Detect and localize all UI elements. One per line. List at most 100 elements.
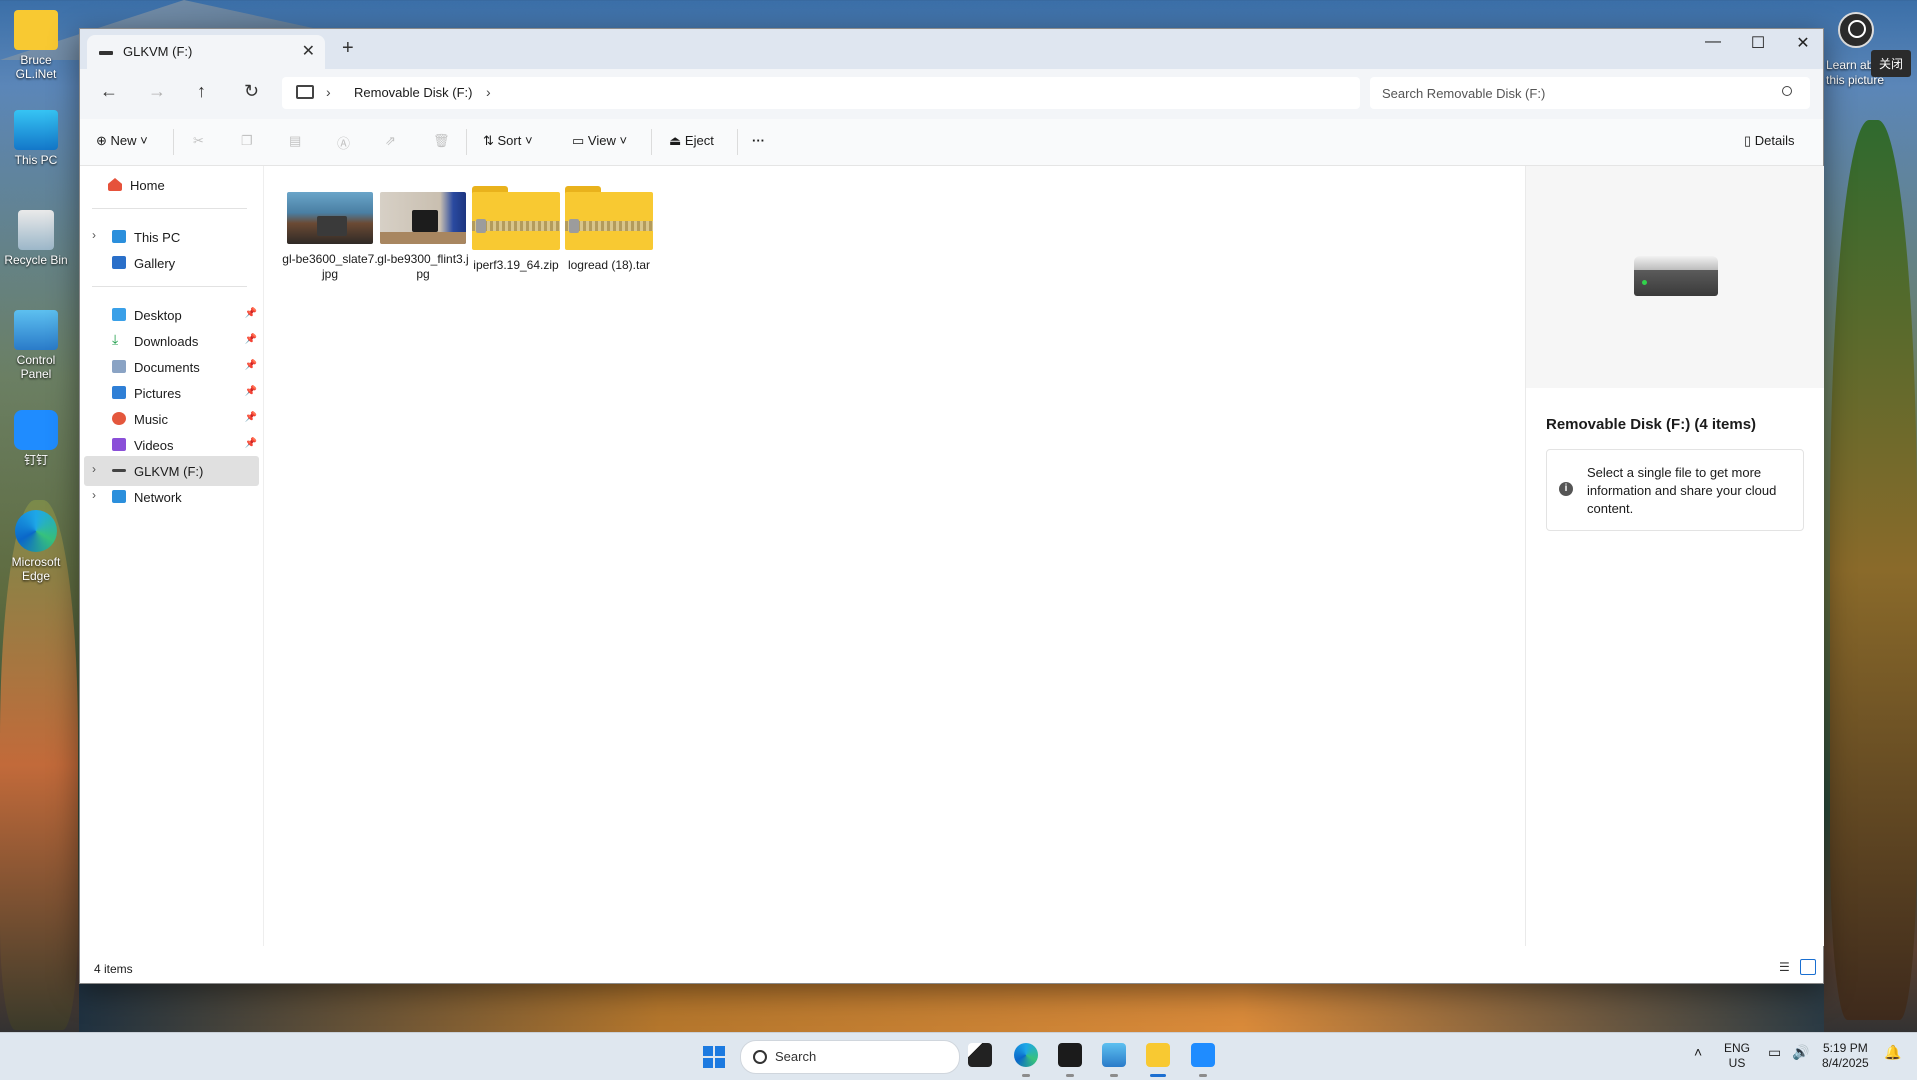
- search-input[interactable]: Search Removable Disk (F:): [1370, 77, 1810, 109]
- share-icon[interactable]: ⇗: [385, 133, 396, 149]
- file-list: gl-be3600_slate7.jpg gl-be9300_flint3.jp…: [264, 166, 1604, 946]
- tab-glkvm[interactable]: GLKVM (F:) ✕: [87, 35, 325, 69]
- file-explorer-icon[interactable]: [1146, 1043, 1170, 1067]
- paste-icon[interactable]: ▤: [289, 133, 301, 149]
- chevron-right-icon[interactable]: ›: [486, 84, 491, 100]
- sidebar-item-label: Desktop: [134, 308, 182, 323]
- language-indicator[interactable]: ENG US: [1724, 1041, 1750, 1071]
- task-view-icon[interactable]: [968, 1043, 992, 1067]
- drive-icon: [112, 469, 126, 472]
- breadcrumb-location[interactable]: Removable Disk (F:): [354, 85, 472, 100]
- tiles-view-icon[interactable]: [1800, 959, 1816, 975]
- notification-icon[interactable]: 🔔: [1884, 1045, 1901, 1060]
- pin-icon[interactable]: 📌: [245, 334, 257, 345]
- sort-button[interactable]: ⇅ Sort ˅: [483, 133, 533, 149]
- file-item[interactable]: gl-be9300_flint3.jpg: [375, 186, 471, 282]
- desktop-icon: [112, 308, 126, 321]
- active-indicator: [1150, 1074, 1166, 1077]
- refresh-icon[interactable]: ↻: [244, 81, 259, 102]
- edge-icon[interactable]: [1014, 1043, 1038, 1067]
- maximize-button[interactable]: ☐: [1736, 33, 1780, 53]
- desktop-icon-bruce-glinet[interactable]: Bruce GL.iNet: [0, 10, 72, 81]
- file-item[interactable]: iperf3.19_64.zip: [468, 186, 564, 273]
- sidebar-item-label: Documents: [134, 360, 200, 375]
- close-tab-icon[interactable]: ✕: [302, 41, 315, 61]
- chevron-right-icon[interactable]: ›: [92, 228, 96, 242]
- clock[interactable]: 5:19 PM 8/4/2025: [1822, 1041, 1869, 1071]
- pin-icon[interactable]: 📌: [245, 308, 257, 319]
- volume-icon[interactable]: 🔊: [1792, 1045, 1809, 1060]
- delete-icon[interactable]: 🗑: [433, 133, 450, 149]
- desktop-icon-dingtalk[interactable]: 钉钉: [0, 410, 72, 467]
- documents-icon: [112, 360, 126, 373]
- back-arrow-icon[interactable]: ←: [100, 81, 118, 102]
- dingtalk-icon[interactable]: [1191, 1043, 1215, 1067]
- more-options-button[interactable]: ···: [752, 133, 765, 148]
- sidebar-item-label: GLKVM (F:): [134, 464, 204, 479]
- up-arrow-icon[interactable]: ↑: [197, 81, 206, 102]
- chevron-right-icon[interactable]: ›: [92, 488, 96, 502]
- control-panel-icon: [14, 310, 58, 350]
- chevron-right-icon[interactable]: ›: [326, 84, 331, 100]
- file-item[interactable]: gl-be3600_slate7.jpg: [282, 186, 378, 282]
- download-icon: ⤓: [112, 331, 119, 347]
- show-hidden-icons-icon[interactable]: ˄: [1694, 1045, 1702, 1060]
- terminal-icon[interactable]: [1058, 1043, 1082, 1067]
- desktop-icon-edge[interactable]: Microsoft Edge: [0, 510, 72, 583]
- chevron-right-icon[interactable]: ›: [92, 462, 96, 476]
- file-name: gl-be9300_flint3.jpg: [377, 252, 469, 281]
- divider: [651, 129, 652, 155]
- control-panel-icon[interactable]: [1102, 1043, 1126, 1067]
- desktop-icon-recycle-bin[interactable]: Recycle Bin: [0, 210, 72, 267]
- eject-button[interactable]: ⏏ Eject: [669, 133, 714, 149]
- sidebar-item-label: Gallery: [134, 256, 176, 271]
- taskbar: Search ˄ ENG US ▭ 🔊 5:19 PM 8/4/2025 🔔: [0, 1032, 1917, 1080]
- rename-icon[interactable]: Ⓐ: [337, 133, 350, 152]
- desktop-icon-label: Control Panel: [16, 353, 56, 381]
- details-pane-button[interactable]: ▯ Details: [1744, 133, 1795, 149]
- taskbar-search[interactable]: Search: [740, 1040, 960, 1074]
- network-icon[interactable]: ▭: [1768, 1045, 1781, 1060]
- pin-icon[interactable]: 📌: [245, 438, 257, 449]
- divider: [173, 129, 174, 155]
- pin-icon[interactable]: 📌: [245, 412, 257, 423]
- eject-label: Eject: [684, 133, 714, 148]
- sidebar-item-gallery[interactable]: Gallery: [80, 248, 263, 278]
- running-indicator: [1110, 1074, 1118, 1077]
- details-view-icon[interactable]: ☰: [1779, 960, 1793, 974]
- learn-about-picture-icon[interactable]: [1838, 12, 1874, 48]
- file-explorer-window: GLKVM (F:) ✕ + — ☐ ✕ ← → ↑ ↻ › Removable…: [79, 28, 1824, 984]
- new-tab-button[interactable]: +: [342, 37, 354, 60]
- removable-disk-icon: [1634, 256, 1718, 296]
- close-tooltip: 关闭: [1871, 50, 1912, 77]
- start-button[interactable]: [703, 1046, 725, 1068]
- sidebar-item-network[interactable]: › Network: [80, 482, 263, 512]
- running-indicator: [1199, 1074, 1207, 1077]
- file-name: logread (18).tar: [567, 258, 651, 272]
- new-button[interactable]: ⊕ New ˅: [96, 133, 148, 149]
- forward-arrow-icon[interactable]: →: [148, 81, 166, 102]
- close-window-button[interactable]: ✕: [1781, 33, 1825, 53]
- pictures-icon: [112, 386, 126, 399]
- desktop-icon-control-panel[interactable]: Control Panel: [0, 310, 72, 381]
- gallery-icon: [112, 256, 126, 269]
- minimize-button[interactable]: —: [1691, 33, 1735, 51]
- sidebar-item-label: Pictures: [134, 386, 181, 401]
- view-button[interactable]: ▭ View ˅: [572, 133, 627, 149]
- desktop-icon-this-pc[interactable]: This PC: [0, 110, 72, 167]
- file-name: iperf3.19_64.zip: [473, 258, 559, 272]
- search-icon: [1782, 86, 1792, 96]
- breadcrumb[interactable]: › Removable Disk (F:) ›: [282, 77, 1360, 109]
- file-item[interactable]: logread (18).tar: [561, 186, 657, 273]
- sidebar-item-home[interactable]: Home: [80, 170, 263, 200]
- item-count: 4 items: [94, 962, 133, 976]
- pin-icon[interactable]: 📌: [245, 386, 257, 397]
- cut-icon[interactable]: ✂: [193, 133, 204, 149]
- details-pane: Removable Disk (F:) (4 items) i Select a…: [1525, 166, 1824, 946]
- recycle-bin-icon: [18, 210, 54, 250]
- copy-icon[interactable]: ❐: [241, 133, 253, 149]
- file-name: gl-be3600_slate7.jpg: [282, 252, 378, 281]
- edge-icon: [15, 510, 57, 552]
- pin-icon[interactable]: 📌: [245, 360, 257, 371]
- sidebar-item-label: Downloads: [134, 334, 199, 349]
